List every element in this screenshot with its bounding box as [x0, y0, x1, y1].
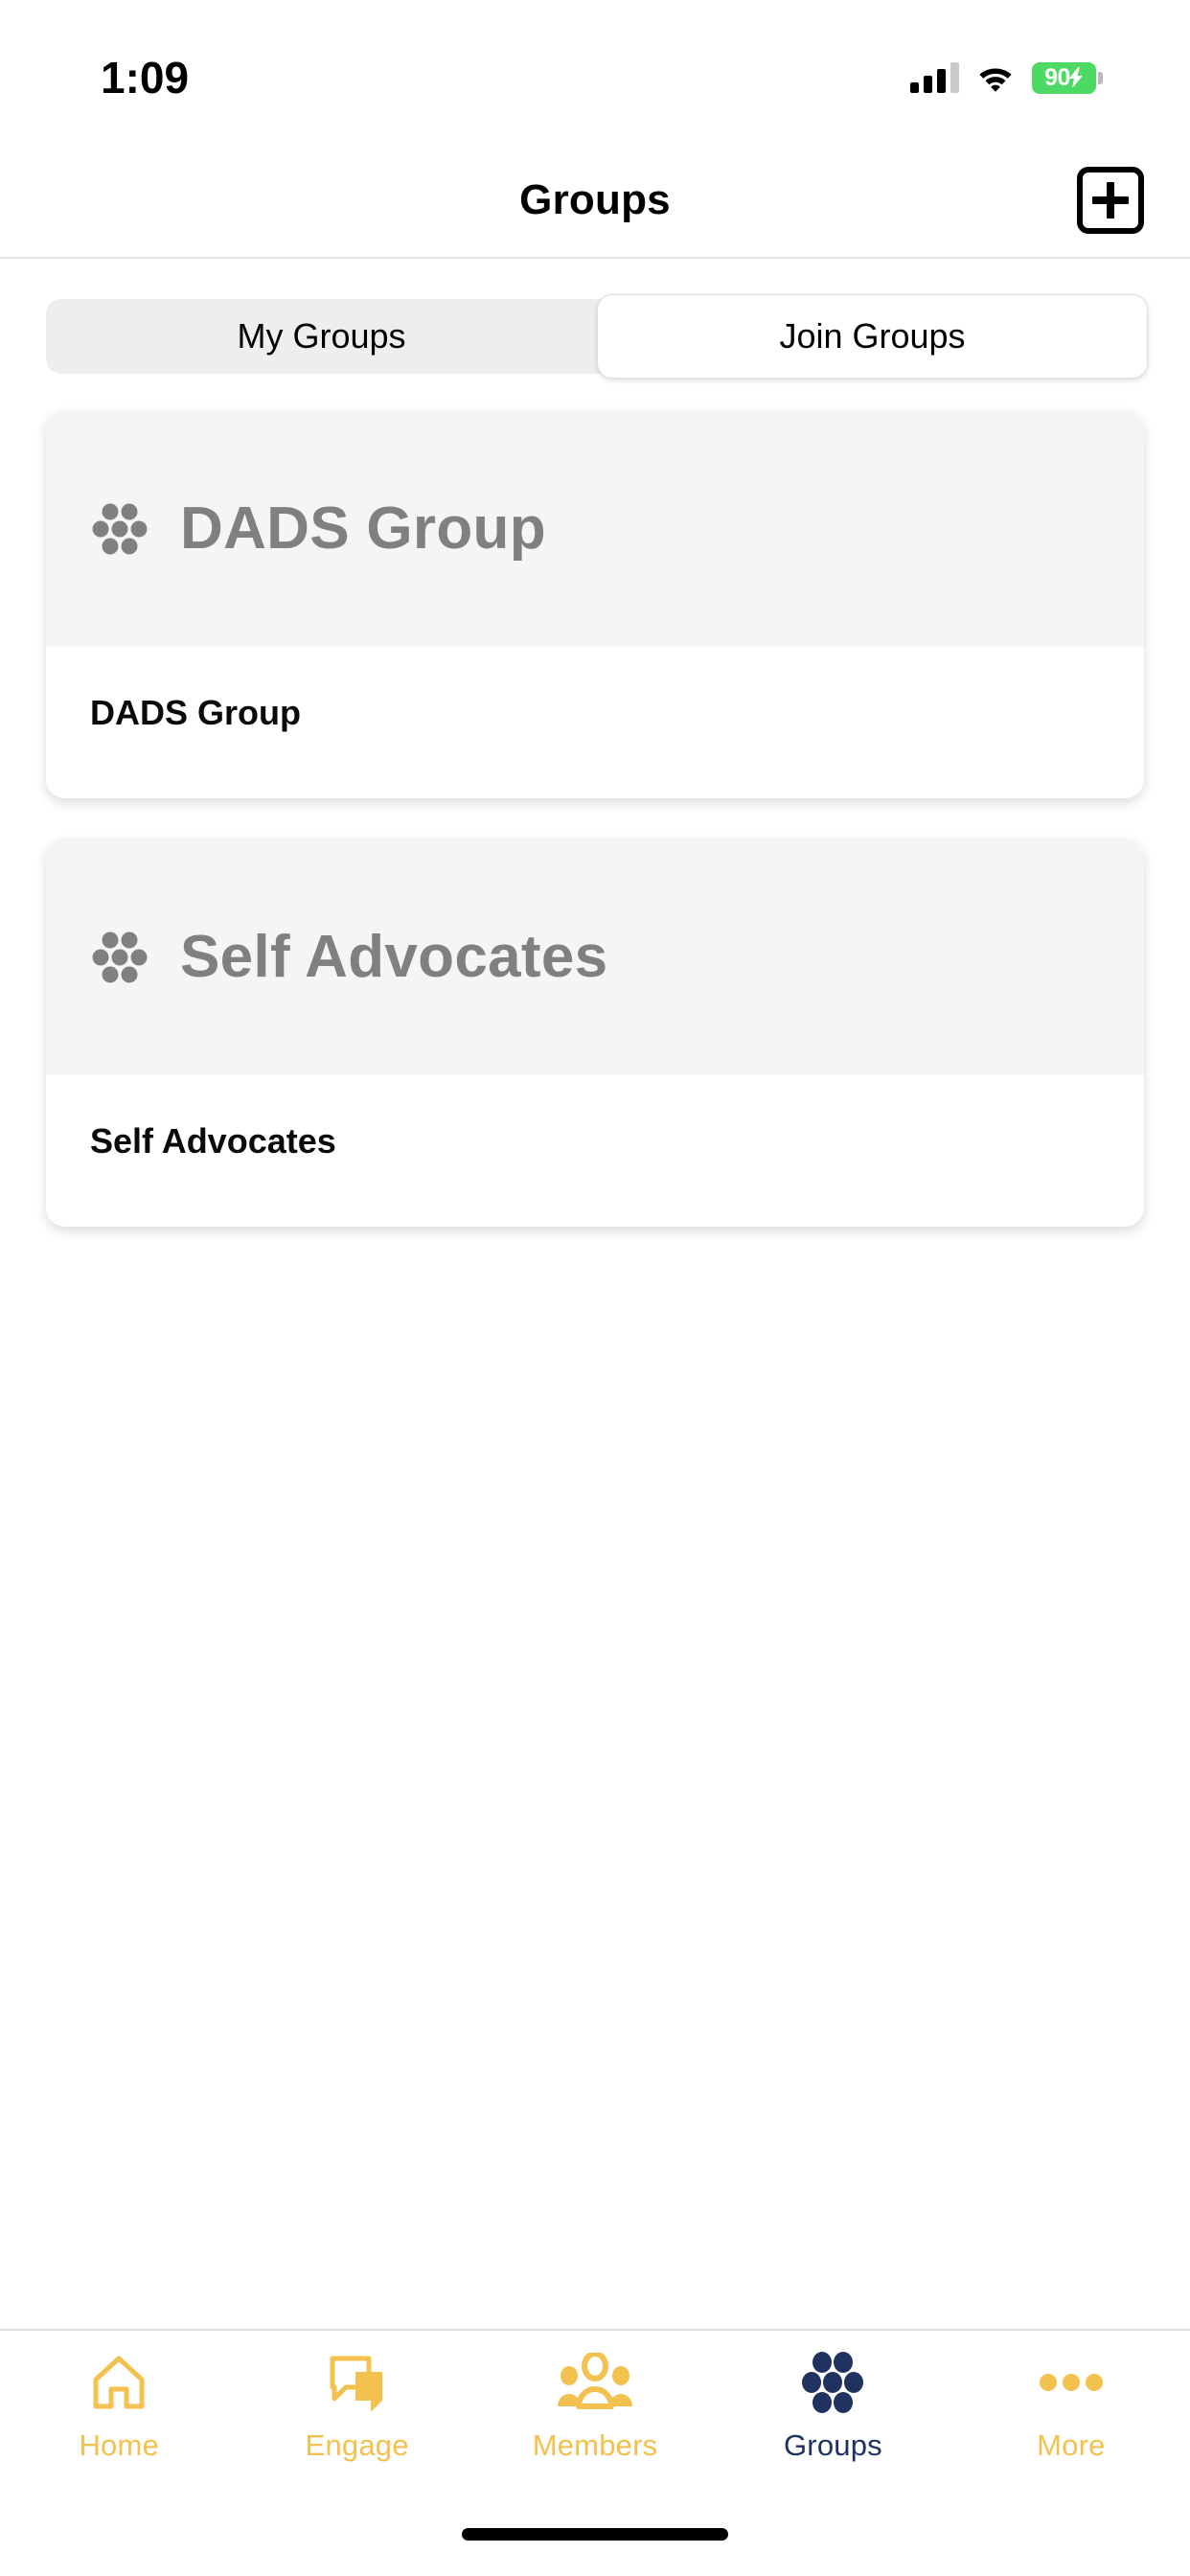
tab-home[interactable]: Home	[0, 2348, 238, 2463]
people-icon	[558, 2348, 633, 2417]
segmented-control-wrapper: My Groups Join Groups	[0, 259, 1190, 379]
nav-header: Groups	[0, 144, 1190, 259]
ellipsis-icon	[1039, 2348, 1103, 2417]
app-screen: 1:09 90 Groups My Groups Join Groups DAD…	[0, 0, 1190, 2576]
tab-home-label: Home	[79, 2428, 159, 2462]
group-card-header: Self Advocates	[46, 839, 1144, 1075]
group-card-name: Self Advocates	[90, 1121, 336, 1161]
group-cluster-icon	[92, 932, 148, 982]
segmented-control: My Groups Join Groups	[46, 294, 1148, 379]
home-icon	[89, 2348, 149, 2417]
group-card-name: DADS Group	[90, 693, 301, 732]
tab-engage-label: Engage	[305, 2428, 409, 2462]
cellular-signal-icon	[910, 62, 959, 93]
charging-bolt-icon	[1068, 67, 1083, 88]
tab-groups-label: Groups	[783, 2428, 882, 2462]
tab-members-label: Members	[532, 2428, 658, 2462]
group-cluster-icon	[92, 503, 148, 554]
tab-more-label: More	[1037, 2428, 1106, 2462]
tab-groups[interactable]: Groups	[714, 2348, 951, 2463]
page-title: Groups	[519, 176, 671, 223]
tab-join-groups-label: Join Groups	[779, 316, 966, 356]
wifi-icon	[979, 68, 1012, 92]
tab-members[interactable]: Members	[476, 2348, 714, 2463]
bottom-tab-bar: Home Engage Members Groups More	[0, 2329, 1190, 2492]
tab-more[interactable]: More	[952, 2348, 1190, 2463]
tab-join-groups[interactable]: Join Groups	[597, 294, 1148, 379]
battery-icon: 90	[1032, 61, 1103, 94]
group-card-header: DADS Group	[46, 410, 1144, 647]
group-card-header-title: DADS Group	[180, 495, 546, 562]
home-indicator[interactable]	[462, 2527, 728, 2541]
plus-icon	[1092, 182, 1129, 218]
home-indicator-area	[0, 2492, 1190, 2576]
status-time: 1:09	[101, 53, 190, 103]
tab-my-groups[interactable]: My Groups	[46, 299, 597, 374]
group-card-header-title: Self Advocates	[180, 924, 608, 990]
add-group-button[interactable]	[1077, 167, 1144, 234]
chat-icon	[327, 2348, 388, 2417]
battery-level: 90	[1044, 63, 1070, 91]
groups-list: DADS Group DADS Group Self Advocates Sel…	[0, 374, 1190, 1227]
status-bar: 1:09 90	[0, 0, 1190, 144]
status-indicators: 90	[910, 61, 1103, 94]
tab-engage[interactable]: Engage	[238, 2348, 475, 2463]
tab-my-groups-label: My Groups	[237, 316, 406, 356]
group-card-body: Self Advocates	[46, 1075, 1144, 1227]
group-cluster-icon	[800, 2348, 865, 2417]
group-card[interactable]: DADS Group DADS Group	[46, 410, 1144, 798]
group-card[interactable]: Self Advocates Self Advocates	[46, 839, 1144, 1227]
group-card-body: DADS Group	[46, 647, 1144, 798]
